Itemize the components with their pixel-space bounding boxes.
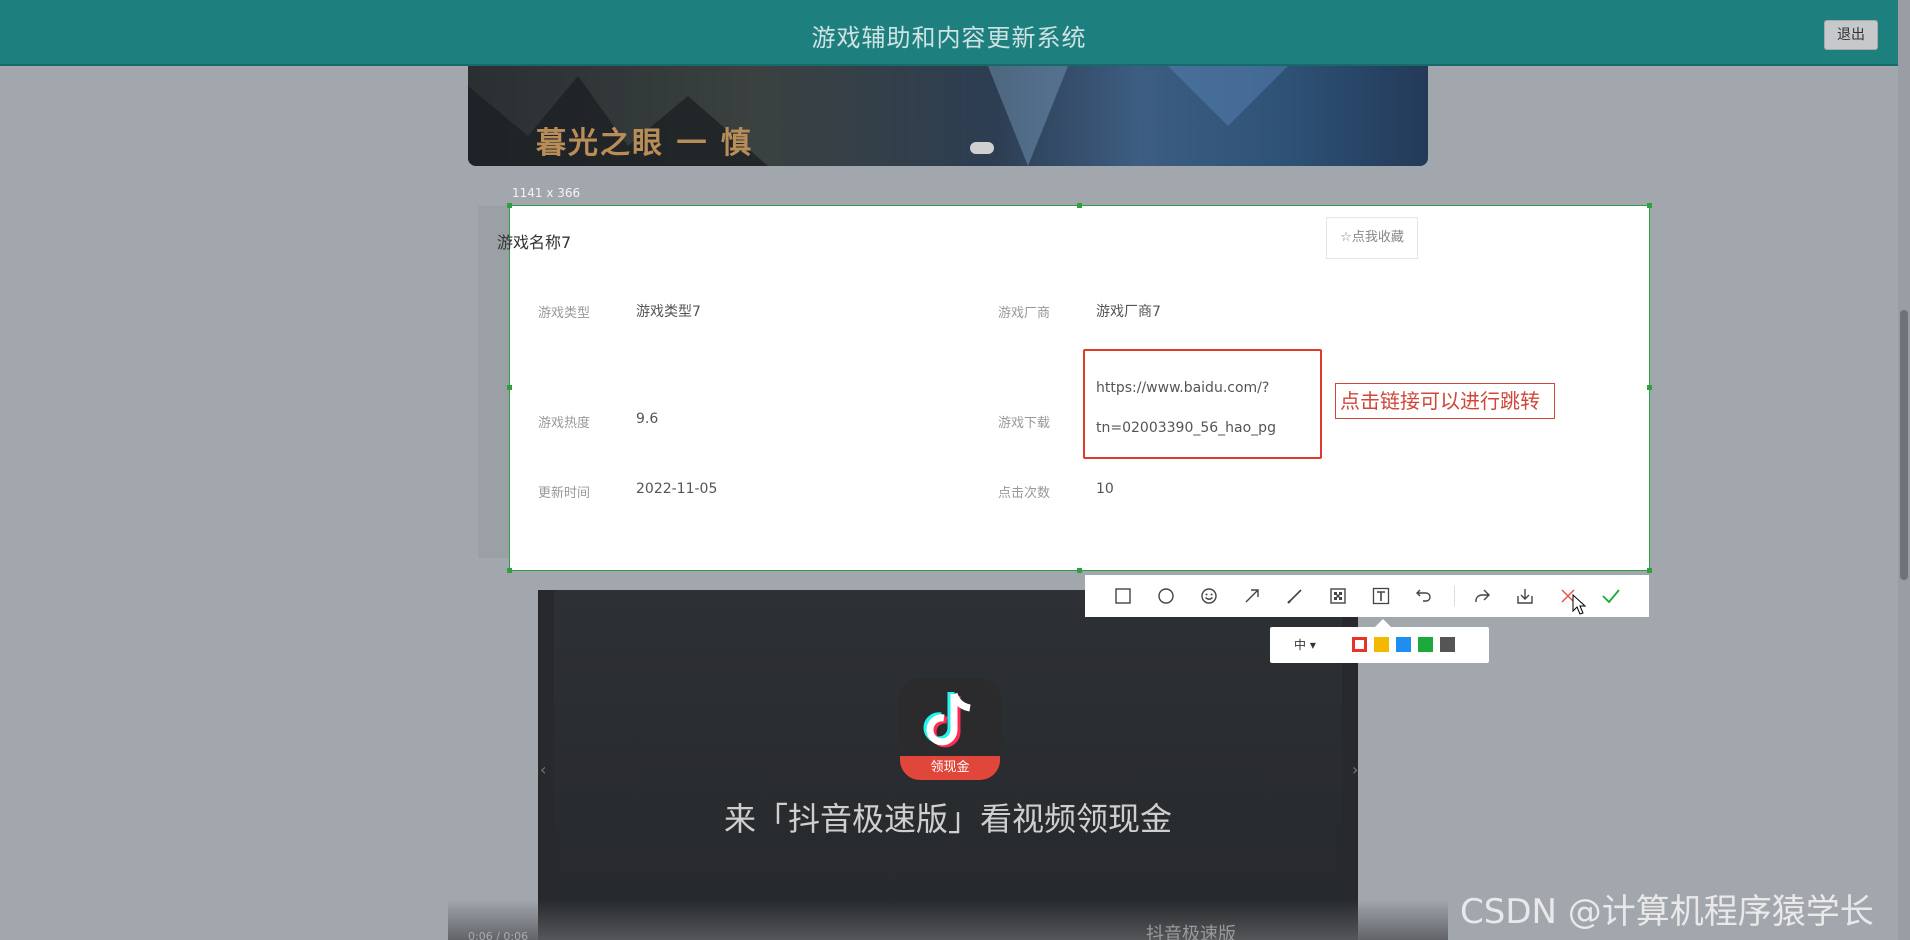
douyin-app-icon: 领现金: [898, 678, 1002, 782]
logout-button[interactable]: 退出: [1824, 20, 1878, 50]
favorite-button[interactable]: ☆点我收藏: [1326, 217, 1418, 259]
toolbar-divider: [1454, 586, 1455, 606]
text-icon[interactable]: [1369, 584, 1393, 608]
undo-icon[interactable]: [1412, 584, 1436, 608]
ellipse-icon[interactable]: [1154, 584, 1178, 608]
mouse-cursor-icon: [1572, 594, 1587, 615]
next-arrow-icon[interactable]: ›: [1352, 760, 1358, 779]
color-swatch-gray[interactable]: [1440, 637, 1455, 652]
color-swatch-green[interactable]: [1418, 637, 1433, 652]
color-swatch-yellow[interactable]: [1374, 637, 1389, 652]
resize-handle[interactable]: [1647, 568, 1652, 573]
vendor-label: 游戏厂商: [998, 306, 1051, 321]
type-label: 游戏类型: [538, 306, 591, 321]
scrollbar-thumb[interactable]: [1900, 310, 1908, 580]
pen-icon[interactable]: [1283, 584, 1307, 608]
heat-value: 9.6: [636, 411, 659, 427]
capture-toolbar: [1085, 575, 1649, 617]
resize-handle[interactable]: [1077, 568, 1082, 573]
mosaic-icon[interactable]: [1326, 584, 1350, 608]
clicks-value: 10: [1096, 481, 1114, 497]
page-scrollbar[interactable]: [1898, 0, 1910, 940]
watermark: CSDN @计算机程序猿学长: [1460, 892, 1874, 932]
resize-handle[interactable]: [1647, 385, 1652, 390]
rectangle-icon[interactable]: [1111, 584, 1135, 608]
prev-arrow-icon[interactable]: ‹: [540, 760, 546, 779]
vendor-value: 游戏厂商7: [1096, 304, 1161, 320]
annotation-text[interactable]: 点击链接可以进行跳转: [1335, 383, 1555, 419]
color-swatch-red[interactable]: [1352, 637, 1367, 652]
resize-handle[interactable]: [507, 203, 512, 208]
clicks-label: 点击次数: [998, 486, 1051, 501]
video-time: 0:06 / 0:06: [468, 930, 529, 940]
banner-caption: 暮光之眼 一 慎: [536, 126, 753, 161]
download-label: 游戏下载: [998, 416, 1051, 431]
size-select[interactable]: 中 ▾: [1294, 636, 1316, 653]
resize-handle[interactable]: [507, 568, 512, 573]
updated-value: 2022-11-05: [636, 481, 718, 497]
arrow-icon[interactable]: [1240, 584, 1264, 608]
color-swatch-blue[interactable]: [1396, 637, 1411, 652]
page-title: 游戏辅助和内容更新系统: [811, 24, 1087, 52]
video-controls[interactable]: [448, 900, 1448, 940]
cash-badge: 领现金: [900, 756, 1000, 780]
game-banner[interactable]: 暮光之眼 一 慎: [468, 66, 1428, 166]
color-size-panel: 中 ▾: [1270, 619, 1489, 663]
type-value: 游戏类型7: [636, 304, 701, 320]
download-icon[interactable]: [1513, 584, 1537, 608]
resize-handle[interactable]: [1647, 203, 1652, 208]
updated-label: 更新时间: [538, 486, 591, 501]
promo-text: 来「抖音极速版」看视频领现金: [723, 800, 1172, 838]
confirm-icon[interactable]: [1599, 584, 1623, 608]
game-name: 游戏名称7: [497, 233, 572, 252]
music-note-icon: [923, 692, 971, 748]
capture-size-label: 1141 x 366: [512, 186, 581, 200]
download-link[interactable]: https://www.baidu.com/?tn=02003390_56_ha…: [1096, 368, 1306, 448]
emoji-icon[interactable]: [1197, 584, 1221, 608]
app-window: 暮光之眼 一 慎 游戏辅助和内容更新系统 退出 1141 x 366 游戏名称7…: [0, 0, 1910, 940]
carousel-indicator[interactable]: [970, 142, 994, 154]
resize-handle[interactable]: [507, 385, 512, 390]
share-icon[interactable]: [1470, 584, 1494, 608]
heat-label: 游戏热度: [538, 416, 591, 431]
header-bar: 游戏辅助和内容更新系统 退出: [0, 0, 1898, 66]
resize-handle[interactable]: [1077, 203, 1082, 208]
video-brand: 抖音极速版: [1146, 924, 1236, 940]
